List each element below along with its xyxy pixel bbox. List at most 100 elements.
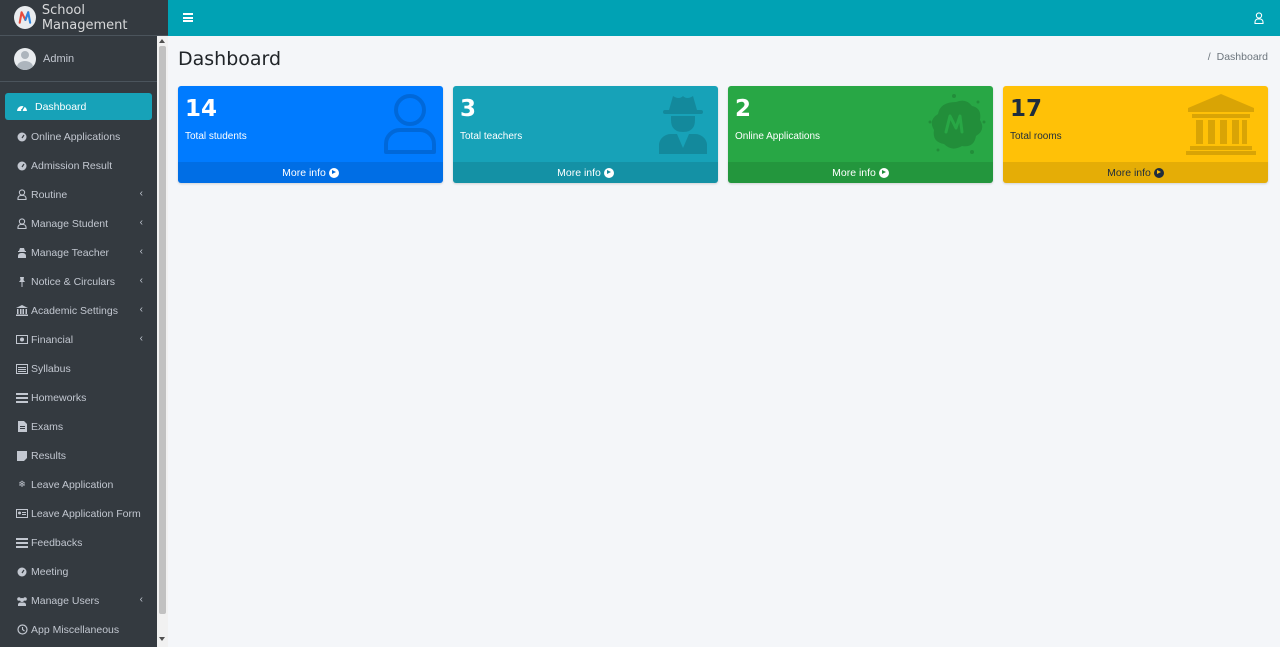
user-panel[interactable]: Admin <box>0 37 168 82</box>
more-info-label: More info <box>1107 166 1151 179</box>
main-content: Dashboard / Dashboard 14 Total students M… <box>168 36 1280 647</box>
sidebar-item-feedbacks[interactable]: Feedbacks <box>5 528 152 557</box>
sidebar-item-label: Routine <box>31 188 68 201</box>
sidebar-item-label: Notice & Circulars <box>31 275 116 288</box>
sidebar-item-results[interactable]: Results <box>5 441 152 470</box>
page-title: Dashboard <box>178 48 282 70</box>
sidebar-item-label: Exams <box>31 420 64 433</box>
sidebar-item-academic-settings[interactable]: Academic Settings ‹ <box>5 296 152 325</box>
sidebar-item-label: Results <box>31 449 67 462</box>
more-info-link[interactable]: More info <box>728 162 993 183</box>
chevron-left-icon: ‹ <box>139 275 143 286</box>
sidebar-item-routine[interactable]: Routine ‹ <box>5 180 152 209</box>
sidebar-item-label: Online Applications <box>31 130 121 143</box>
scrollbar-thumb[interactable] <box>159 46 166 614</box>
sidebar-item-label: Manage Student <box>31 217 109 230</box>
stat-box-teachers: 3 Total teachers More info <box>453 86 718 183</box>
dashboard-gauge-icon <box>16 132 28 142</box>
stat-value: 2 <box>735 96 752 122</box>
sidebar-item-label: Financial <box>31 333 74 346</box>
sidebar-item-financial[interactable]: Financial ‹ <box>5 325 152 354</box>
list-icon <box>16 537 28 548</box>
sidebar-item-label: Feedbacks <box>31 536 83 549</box>
stat-label: Total rooms <box>1010 131 1062 142</box>
scroll-down-arrow-icon[interactable] <box>159 637 165 641</box>
school-logo-icon <box>14 6 36 29</box>
thumbtack-icon <box>16 276 28 287</box>
chevron-left-icon: ‹ <box>139 594 143 605</box>
arrow-circle-right-icon <box>1153 167 1164 178</box>
stat-label: Online Applications <box>735 131 821 142</box>
sticky-note-icon <box>16 450 28 461</box>
scroll-up-arrow-icon[interactable] <box>159 39 165 43</box>
user-outline-icon <box>16 189 28 200</box>
id-card-icon <box>16 509 28 518</box>
tachometer-icon <box>16 102 28 112</box>
stat-box-rooms: 17 Total rooms More info <box>1003 86 1268 183</box>
sidebar-item-label: Meeting <box>31 565 69 578</box>
list-alt-icon <box>16 363 28 374</box>
sidebar-item-label: Homeworks <box>31 391 87 404</box>
stat-box-online-applications: 2 Online Applications More info <box>728 86 993 183</box>
bars-icon[interactable] <box>183 13 193 22</box>
stat-label: Total students <box>185 131 247 142</box>
meetup-icon <box>926 92 986 156</box>
breadcrumb-item-dashboard: Dashboard <box>1216 51 1268 63</box>
sidebar-item-label: Leave Application <box>31 478 114 491</box>
sidebar-item-meeting[interactable]: Meeting <box>5 557 152 586</box>
sidebar-item-dashboard[interactable]: Dashboard <box>5 93 152 120</box>
more-info-link[interactable]: More info <box>178 162 443 183</box>
sidebar-item-label: Admission Result <box>31 159 113 172</box>
university-icon <box>16 305 28 316</box>
sidebar-scrollbar[interactable] <box>157 36 168 647</box>
arrow-circle-right-icon <box>878 167 889 178</box>
chevron-left-icon: ‹ <box>139 304 143 315</box>
user-outline-icon <box>376 92 436 156</box>
list-icon <box>16 392 28 403</box>
history-icon <box>16 624 28 635</box>
snowflake-icon: ❄ <box>18 479 26 489</box>
chevron-left-icon: ‹ <box>139 188 143 199</box>
user-secret-icon <box>651 92 711 156</box>
sidebar-item-leave-application[interactable]: ❄ Leave Application <box>5 470 152 499</box>
sidebar-item-label: Syllabus <box>31 362 71 375</box>
user-secret-icon <box>16 247 28 258</box>
user-outline-icon[interactable] <box>1254 11 1264 29</box>
sidebar-item-online-applications[interactable]: Online Applications <box>5 122 152 151</box>
arrow-circle-right-icon <box>328 167 339 178</box>
sidebar-item-label: Manage Users <box>31 594 100 607</box>
sidebar-item-notice-circulars[interactable]: Notice & Circulars ‹ <box>5 267 152 296</box>
chevron-left-icon: ‹ <box>139 217 143 228</box>
brand-link[interactable]: School Management <box>0 0 168 36</box>
arrow-circle-right-icon <box>603 167 614 178</box>
sidebar-item-app-miscellaneous[interactable]: App Miscellaneous <box>5 615 152 644</box>
sidebar-item-manage-teacher[interactable]: Manage Teacher ‹ <box>5 238 152 267</box>
breadcrumb-separator: / <box>1207 51 1211 63</box>
university-icon <box>1186 92 1256 156</box>
more-info-label: More info <box>557 166 601 179</box>
sidebar-item-admission-result[interactable]: Admission Result <box>5 151 152 180</box>
sidebar: School Management Admin Dashboard Online… <box>0 0 168 647</box>
sidebar-item-label: Leave Application Form <box>31 507 141 520</box>
sidebar-item-syllabus[interactable]: Syllabus <box>5 354 152 383</box>
sidebar-item-label: Academic Settings <box>31 304 118 317</box>
more-info-label: More info <box>832 166 876 179</box>
more-info-link[interactable]: More info <box>453 162 718 183</box>
sidebar-item-label: App Miscellaneous <box>31 623 120 636</box>
sidebar-item-manage-users[interactable]: Manage Users ‹ <box>5 586 152 615</box>
sidebar-item-leave-application-form[interactable]: Leave Application Form <box>5 499 152 528</box>
sidebar-item-homeworks[interactable]: Homeworks <box>5 383 152 412</box>
brand-name: School Management <box>41 2 128 33</box>
stat-value: 3 <box>460 96 477 122</box>
sidebar-item-label: Manage Teacher <box>31 246 110 259</box>
sidebar-item-exams[interactable]: Exams <box>5 412 152 441</box>
users-icon <box>16 596 28 606</box>
more-info-link[interactable]: More info <box>1003 162 1268 183</box>
dashboard-gauge-icon <box>16 161 28 171</box>
stat-box-students: 14 Total students More info <box>178 86 443 183</box>
stat-label: Total teachers <box>460 131 523 142</box>
chevron-left-icon: ‹ <box>139 246 143 257</box>
avatar <box>14 48 36 70</box>
money-bill-icon <box>16 335 28 344</box>
sidebar-item-manage-student[interactable]: Manage Student ‹ <box>5 209 152 238</box>
